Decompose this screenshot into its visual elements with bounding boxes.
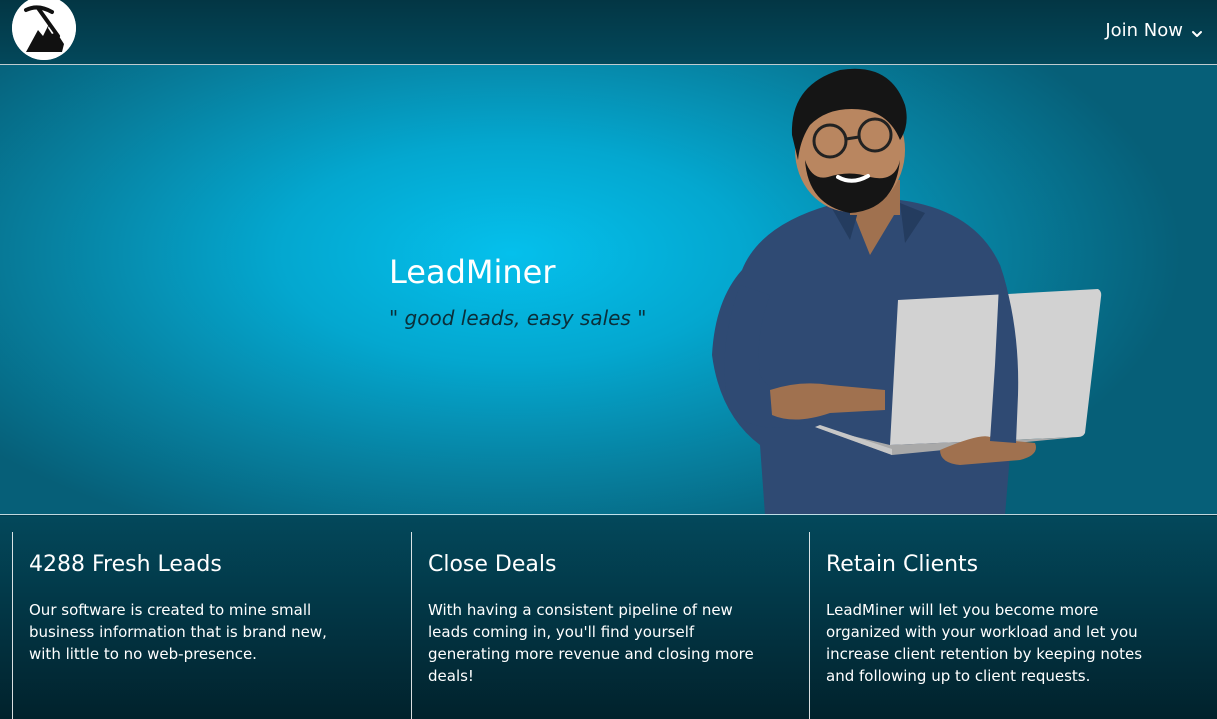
hero-title: LeadMiner bbox=[389, 253, 556, 291]
feature-retain-clients: Retain Clients LeadMiner will let you be… bbox=[809, 532, 1199, 719]
feature-body: With having a consistent pipeline of new… bbox=[428, 601, 754, 685]
hero-section: LeadMiner " good leads, easy sales " bbox=[0, 65, 1217, 515]
man-with-laptop-illustration bbox=[712, 68, 1102, 514]
feature-fresh-leads: 4288 Fresh Leads Our software is created… bbox=[12, 532, 410, 719]
feature-title: 4288 Fresh Leads bbox=[29, 552, 222, 577]
feature-title: Close Deals bbox=[428, 552, 557, 577]
feature-close-deals: Close Deals With having a consistent pip… bbox=[411, 532, 809, 719]
join-now-dropdown[interactable]: Join Now bbox=[1105, 17, 1203, 43]
chevron-down-icon bbox=[1191, 24, 1203, 37]
hero-tagline: " good leads, easy sales " bbox=[389, 306, 647, 330]
feature-title: Retain Clients bbox=[826, 552, 979, 577]
site-header: Join Now bbox=[0, 0, 1217, 65]
feature-body: LeadMiner will let you become more organ… bbox=[826, 601, 1143, 685]
feature-body: Our software is created to mine small bu… bbox=[29, 601, 327, 663]
features-section: 4288 Fresh Leads Our software is created… bbox=[0, 516, 1217, 719]
join-now-label: Join Now bbox=[1105, 19, 1183, 41]
pickaxe-mountain-icon[interactable] bbox=[12, 0, 76, 60]
